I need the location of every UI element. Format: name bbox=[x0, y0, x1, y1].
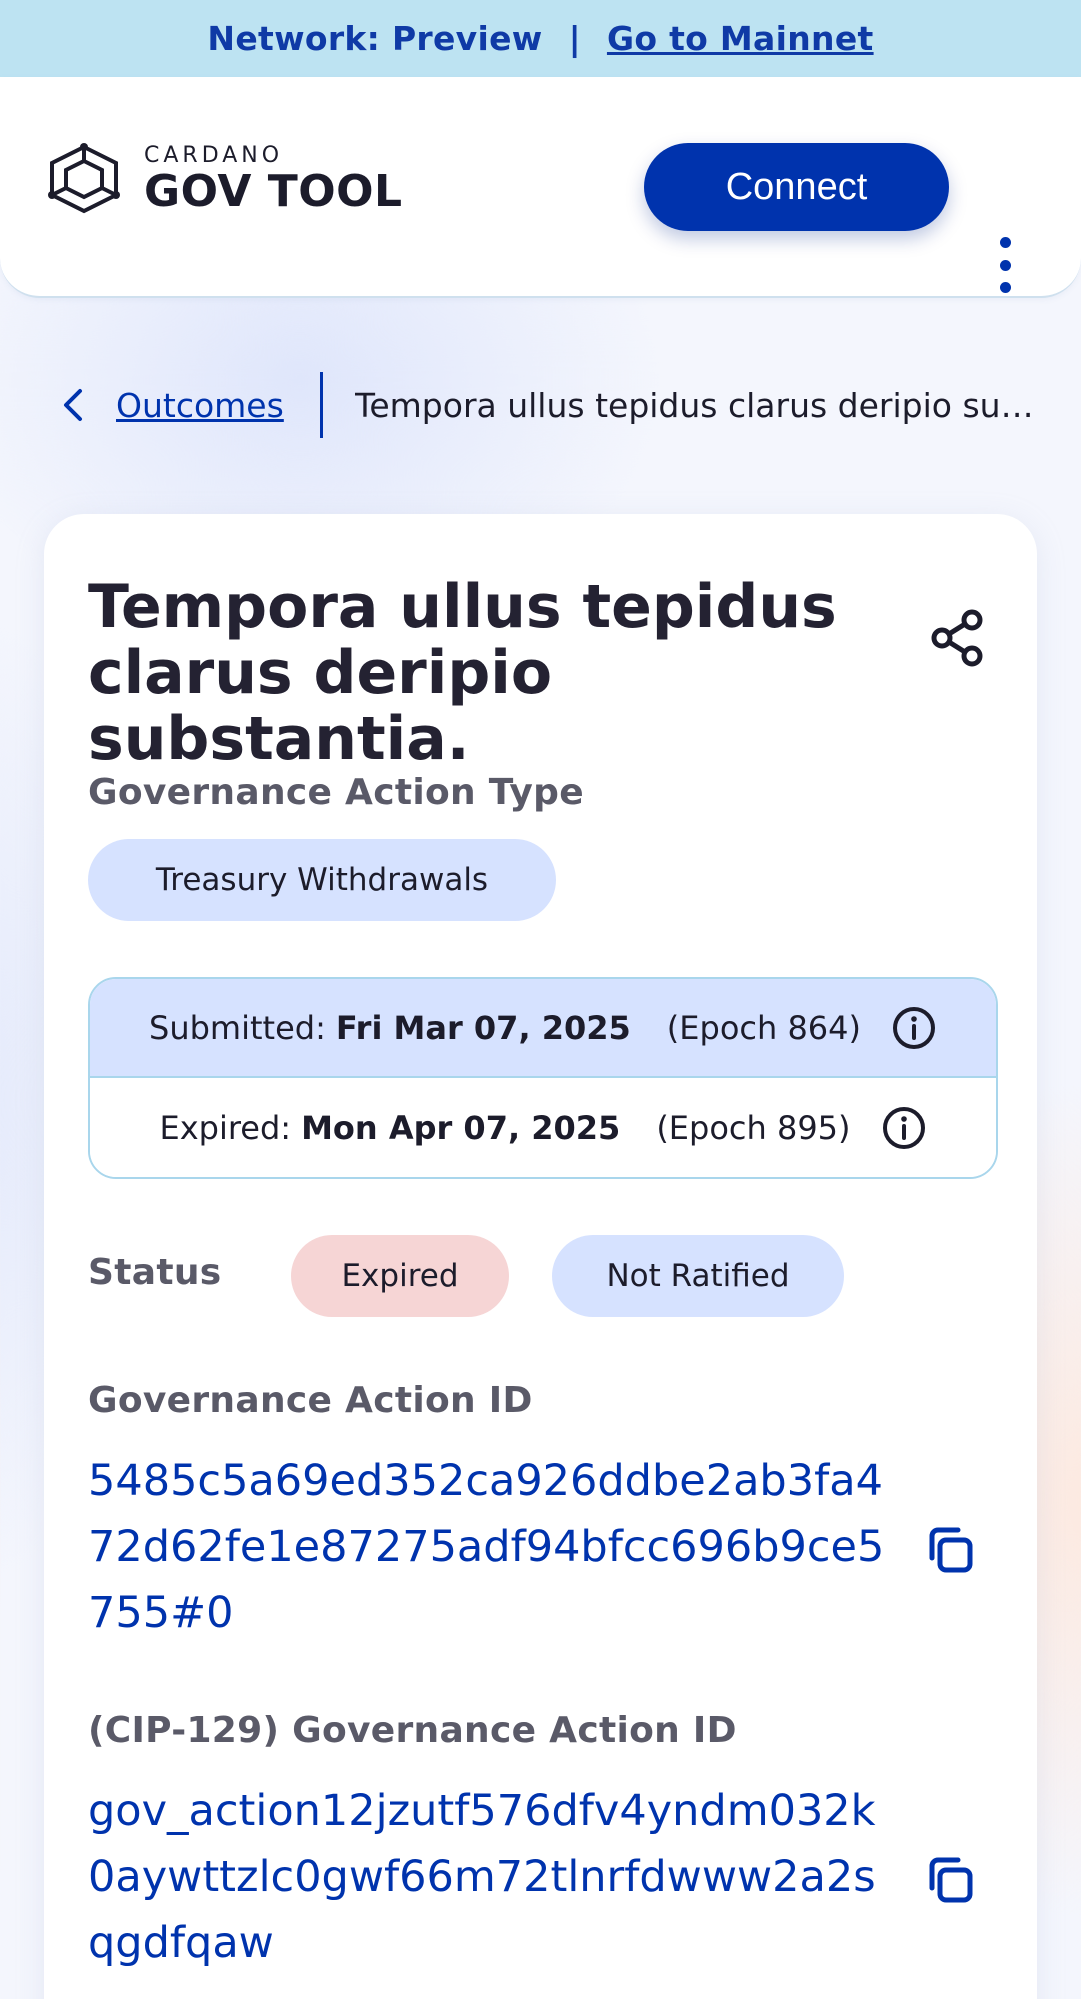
expired-row: Expired: Mon Apr 07, 2025 (Epoch 895) bbox=[90, 1078, 996, 1177]
top-header: CARDANO GOV TOOL Connect bbox=[0, 77, 1081, 298]
expired-epoch: (Epoch 895) bbox=[656, 1108, 851, 1147]
submitted-label: Submitted: bbox=[149, 1008, 326, 1047]
expired-date: Mon Apr 07, 2025 bbox=[301, 1108, 621, 1147]
kebab-dot bbox=[999, 237, 1011, 248]
go-to-mainnet-link[interactable]: Go to Mainnet bbox=[607, 19, 874, 58]
cip129-value[interactable]: gov_action12jzutf576dfv4yndm032k0aywttzl… bbox=[88, 1778, 888, 1976]
status-badge-not-ratified: Not Ratified bbox=[552, 1235, 844, 1317]
logo-title: GOV TOOL bbox=[144, 166, 403, 217]
status-label: Status bbox=[88, 1252, 222, 1293]
dates-box: Submitted: Fri Mar 07, 2025 (Epoch 864) … bbox=[88, 977, 998, 1179]
connect-wallet-button[interactable]: Connect bbox=[644, 143, 949, 231]
back-chevron[interactable] bbox=[52, 385, 92, 425]
action-type-label: Governance Action Type bbox=[88, 772, 584, 813]
action-id-label: Governance Action ID bbox=[88, 1380, 533, 1421]
kebab-dot bbox=[999, 282, 1011, 293]
info-icon[interactable] bbox=[881, 1105, 927, 1151]
expired-label: Expired: bbox=[159, 1108, 292, 1147]
banner-separator: | bbox=[568, 19, 581, 58]
kebab-menu-icon[interactable] bbox=[990, 237, 1020, 293]
network-banner: Network: Preview | Go to Mainnet bbox=[0, 0, 1081, 77]
share-icon[interactable] bbox=[928, 608, 988, 668]
breadcrumb: Outcomes Tempora ullus tepidus clarus de… bbox=[52, 370, 1052, 440]
chevron-left-icon bbox=[64, 389, 82, 421]
breadcrumb-outcomes-link[interactable]: Outcomes bbox=[116, 386, 284, 425]
action-id-value[interactable]: 5485c5a69ed352ca926ddbe2ab3fa472d62fe1e8… bbox=[88, 1448, 888, 1646]
kebab-dot bbox=[999, 259, 1011, 271]
governance-action-card: Tempora ullus tepidus clarus deripio sub… bbox=[44, 514, 1037, 1999]
submitted-date: Fri Mar 07, 2025 bbox=[335, 1008, 631, 1047]
submitted-epoch: (Epoch 864) bbox=[666, 1008, 861, 1047]
copy-icon[interactable] bbox=[922, 1522, 978, 1578]
action-title: Tempora ullus tepidus clarus deripio sub… bbox=[88, 572, 837, 774]
status-badge-expired: Expired bbox=[291, 1235, 509, 1317]
cip129-label: (CIP-129) Governance Action ID bbox=[88, 1710, 737, 1751]
copy-icon[interactable] bbox=[922, 1852, 978, 1908]
breadcrumb-current: Tempora ullus tepidus clarus deripio sub… bbox=[354, 385, 1035, 425]
app-logo[interactable]: CARDANO GOV TOOL bbox=[44, 143, 403, 215]
submitted-row: Submitted: Fri Mar 07, 2025 (Epoch 864) bbox=[90, 979, 996, 1078]
network-label: Network: Preview bbox=[207, 19, 543, 58]
action-type-badge: Treasury Withdrawals bbox=[88, 839, 556, 921]
breadcrumb-divider bbox=[319, 372, 323, 438]
info-icon[interactable] bbox=[891, 1005, 937, 1051]
cardano-logo-icon bbox=[48, 143, 120, 214]
